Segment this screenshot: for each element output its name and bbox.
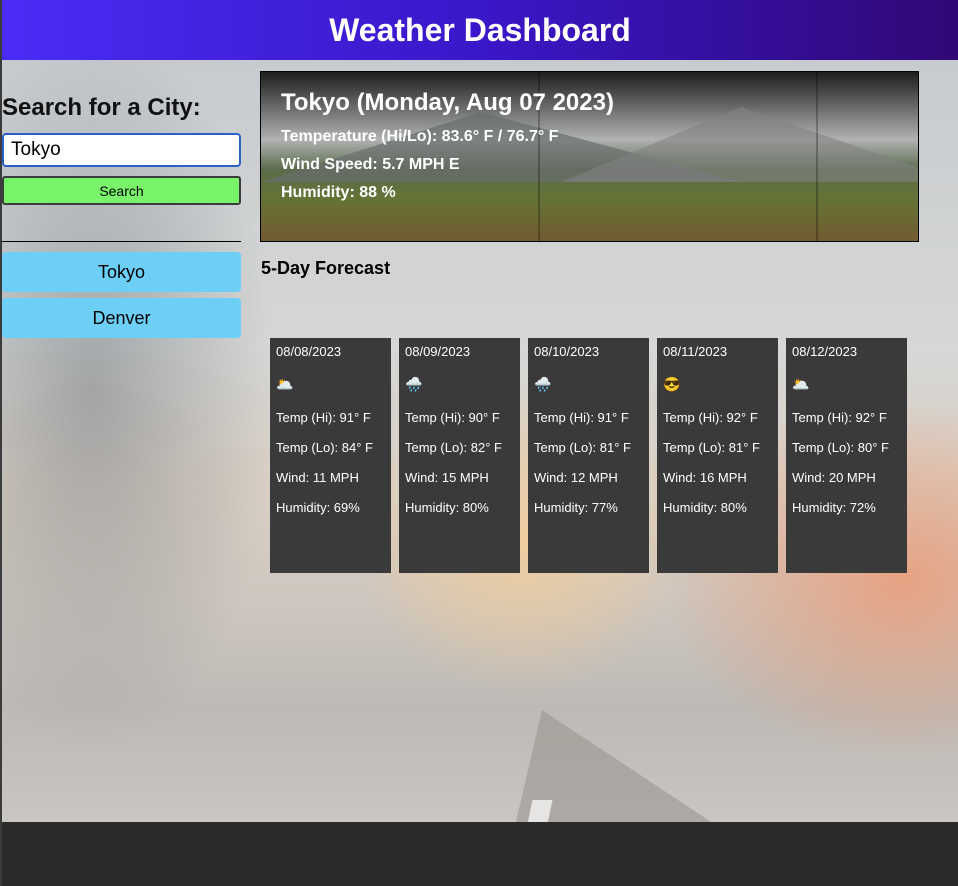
forecast-temp-low: Temp (Lo): 84° F [276,440,373,455]
current-wind-speed: Wind Speed: 5.7 MPH E [281,156,460,173]
rain-cloud-icon: 🌧️ [405,376,423,392]
forecast-temp-low: Temp (Lo): 81° F [534,440,631,455]
forecast-humidity: Humidity: 80% [405,500,489,515]
panel-image-seam [816,72,818,241]
forecast-title: 5-Day Forecast [261,258,391,278]
forecast-card: 08/10/2023 🌧️ Temp (Hi): 91° F Temp (Lo)… [528,338,649,573]
history-button-denver[interactable]: Denver [2,298,241,338]
forecast-wind: Wind: 15 MPH [405,470,489,485]
forecast-date: 08/09/2023 [405,344,471,359]
app-header: Weather Dashboard [2,0,958,60]
forecast-temp-high: Temp (Hi): 91° F [534,410,629,425]
search-button[interactable]: Search [2,176,241,205]
forecast-humidity: Humidity: 77% [534,500,618,515]
forecast-humidity: Humidity: 72% [792,500,876,515]
forecast-humidity: Humidity: 80% [663,500,747,515]
forecast-temp-high: Temp (Hi): 92° F [792,410,887,425]
history-button-tokyo[interactable]: Tokyo [2,252,241,292]
search-title: Search for a City: [2,94,201,121]
current-temperature: Temperature (Hi/Lo): 83.6° F / 76.7° F [281,128,559,145]
forecast-temp-high: Temp (Hi): 90° F [405,410,500,425]
current-weather-panel: Tokyo (Monday, Aug 07 2023) Temperature … [260,71,919,242]
forecast-wind: Wind: 12 MPH [534,470,618,485]
forecast-wind: Wind: 20 MPH [792,470,876,485]
forecast-card: 08/12/2023 🌥️ Temp (Hi): 92° F Temp (Lo)… [786,338,907,573]
rain-cloud-icon: 🌧️ [534,376,552,392]
forecast-date: 08/11/2023 [663,344,728,359]
forecast-card: 08/11/2023 😎 Temp (Hi): 92° F Temp (Lo):… [657,338,778,573]
forecast-temp-high: Temp (Hi): 91° F [276,410,371,425]
cloudy-sun-icon: 🌥️ [792,376,810,392]
forecast-wind: Wind: 11 MPH [276,470,359,485]
sidebar-divider [2,241,241,242]
forecast-temp-low: Temp (Lo): 80° F [792,440,889,455]
forecast-card: 08/09/2023 🌧️ Temp (Hi): 90° F Temp (Lo)… [399,338,520,573]
forecast-card: 08/08/2023 🌥️ Temp (Hi): 91° F Temp (Lo)… [270,338,391,573]
current-city-title: Tokyo (Monday, Aug 07 2023) [281,89,614,116]
forecast-date: 08/08/2023 [276,344,342,359]
sunglasses-face-icon: 😎 [663,376,681,392]
page-footer [2,822,958,886]
city-search-input[interactable] [2,133,241,167]
forecast-date: 08/12/2023 [792,344,858,359]
forecast-humidity: Humidity: 69% [276,500,360,515]
page-title: Weather Dashboard [329,11,631,48]
forecast-wind: Wind: 16 MPH [663,470,747,485]
cloudy-sun-icon: 🌥️ [276,376,294,392]
forecast-temp-low: Temp (Lo): 82° F [405,440,502,455]
forecast-date: 08/10/2023 [534,344,600,359]
forecast-temp-low: Temp (Lo): 81° F [663,440,760,455]
current-humidity: Humidity: 88 % [281,184,396,201]
forecast-temp-high: Temp (Hi): 92° F [663,410,758,425]
panel-mountain-right [561,107,918,182]
